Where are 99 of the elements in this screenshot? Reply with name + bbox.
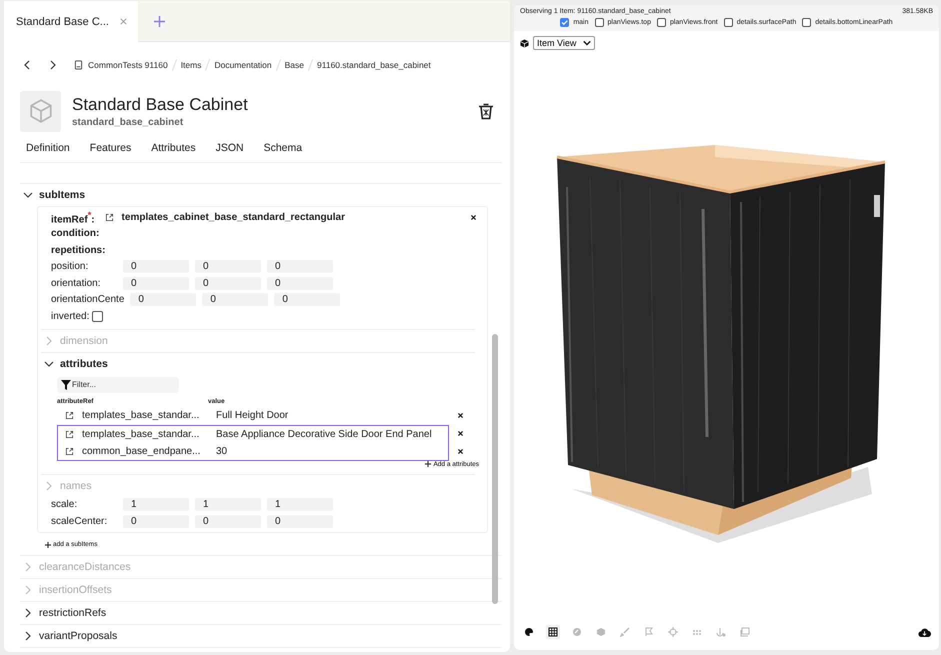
chevron-right-icon — [23, 584, 33, 594]
back-icon[interactable] — [22, 59, 32, 71]
flag-icon — [644, 627, 654, 637]
disc-icon — [572, 627, 582, 637]
field-label: orientation: — [51, 278, 102, 289]
breadcrumb-link[interactable]: Documentation — [214, 60, 272, 70]
section-header[interactable]: variantProposals — [20, 624, 490, 646]
nav-tab[interactable]: Features — [90, 140, 132, 156]
number-field[interactable]: 0 — [195, 514, 261, 528]
field-label: scale: — [51, 499, 78, 510]
checkbox[interactable] — [560, 18, 570, 27]
checkbox[interactable] — [92, 310, 104, 322]
close-icon[interactable] — [118, 17, 128, 26]
number-field[interactable]: 0 — [202, 293, 268, 306]
number-field[interactable]: 0 — [267, 276, 333, 290]
external-link-icon[interactable] — [104, 212, 114, 222]
chevron-right-icon — [44, 480, 54, 490]
gallery-icon — [740, 627, 750, 637]
dots-icon — [692, 627, 702, 637]
document-icon — [74, 60, 83, 70]
filter-field[interactable]: Filter... — [57, 376, 179, 392]
brush-icon — [620, 627, 630, 637]
breadcrumb-link[interactable]: Base — [284, 60, 304, 70]
attribute-row[interactable]: templates_base_standar... Full Height Door — [57, 406, 449, 424]
chevron-right-icon — [23, 608, 33, 618]
attribute-ref-cell-text: templates_base_standar... — [82, 410, 200, 421]
number-field[interactable]: 1 — [123, 498, 189, 512]
checkbox[interactable] — [594, 18, 604, 27]
plus-icon — [154, 16, 165, 26]
trash-icon[interactable] — [478, 102, 494, 120]
checkbox[interactable] — [656, 18, 666, 27]
chevron-right-icon — [44, 336, 54, 346]
item-ref-value: templates_cabinet_base_standard_rectangular — [122, 212, 346, 223]
plus-icon — [45, 542, 51, 548]
external-link-icon[interactable] — [65, 411, 74, 420]
field-label: orientationCente — [51, 294, 124, 306]
nav-tab[interactable]: Definition — [26, 140, 70, 156]
attribute-value-cell: Full Height Door — [216, 410, 288, 421]
remove-icon[interactable] — [457, 430, 464, 437]
number-field[interactable]: 0 — [123, 514, 189, 528]
document-tab[interactable]: Standard Base C... — [4, 1, 138, 42]
attribute-ref-cell-text: templates_base_standar... — [82, 428, 200, 440]
chevron-right-icon — [23, 630, 33, 640]
cloud-download-icon[interactable] — [918, 626, 931, 638]
breadcrumb-link[interactable]: Items — [180, 60, 202, 70]
view-select[interactable]: Item View — [533, 36, 595, 50]
number-field[interactable]: 0 — [123, 276, 189, 290]
number-field[interactable]: 0 — [195, 260, 261, 274]
item-title: Standard Base Cabinet — [72, 94, 249, 114]
number-field[interactable]: 0 — [195, 276, 261, 290]
attribute-row[interactable]: common_base_endpane... 30 — [57, 442, 449, 460]
crosshair-icon — [668, 627, 678, 637]
external-link-icon[interactable] — [65, 446, 74, 456]
field-label: condition: — [51, 228, 100, 240]
number-field[interactable]: 1 — [195, 498, 261, 512]
field-label: itemRef$^{*}$: — [51, 210, 95, 225]
nav-tab[interactable]: Attributes — [151, 140, 196, 156]
caret-icon — [583, 39, 591, 47]
field-label: position: — [51, 261, 90, 272]
external-link-icon[interactable] — [65, 430, 74, 438]
forward-icon[interactable] — [48, 59, 58, 71]
funnel-icon — [61, 380, 71, 390]
nav-tab[interactable]: Schema — [264, 140, 302, 156]
section-header[interactable]: restrictionRefs — [20, 602, 490, 624]
chevron-down-icon — [23, 190, 33, 200]
remove-icon[interactable] — [470, 214, 477, 221]
nav-tab[interactable]: JSON — [216, 140, 244, 156]
palette-icon — [524, 627, 534, 637]
field-label: inverted: — [51, 310, 90, 322]
remove-icon[interactable] — [457, 412, 464, 419]
number-field[interactable]: 0 — [267, 514, 333, 528]
plus-icon — [425, 461, 432, 467]
attribute-value-cell: 30 — [216, 446, 228, 456]
remove-icon[interactable] — [457, 448, 464, 455]
breadcrumb-link[interactable]: 91160.standard_base_cabinet — [317, 60, 431, 70]
number-field[interactable]: 0 — [267, 260, 333, 274]
check-icon — [561, 19, 568, 26]
attribute-row[interactable]: templates_base_standar... Base Appliance Decorative Side Door End Panel — [57, 424, 449, 442]
scrollbar-thumb[interactable] — [492, 334, 498, 604]
checkbox[interactable] — [802, 18, 812, 27]
number-field[interactable]: 1 — [267, 498, 333, 512]
number-field[interactable]: 0 — [123, 260, 189, 274]
attribute-ref-cell-text: common_base_endpane... — [82, 446, 202, 456]
chevron-right-icon — [23, 562, 33, 572]
field-label: repetitions: — [51, 244, 106, 256]
section-header[interactable]: subItems — [20, 184, 490, 206]
attribute-value-cell: Base Appliance Decorative Side Door End Panel — [216, 428, 432, 440]
anchor-icon — [716, 627, 726, 637]
breadcrumb-link[interactable]: CommonTests 91160 — [88, 60, 168, 70]
checkbox[interactable] — [724, 18, 733, 27]
toolbar-button[interactable] — [522, 625, 536, 639]
toolbar-button[interactable] — [546, 625, 560, 639]
chevron-down-icon — [44, 358, 54, 368]
section-header[interactable]: attributes — [41, 352, 108, 374]
item-id: standard_base_cabinet — [72, 116, 184, 128]
number-field[interactable]: 0 — [274, 293, 340, 306]
field-label: scaleCenter: — [51, 516, 108, 527]
number-field[interactable]: 0 — [130, 293, 196, 306]
grid-icon — [548, 627, 558, 637]
